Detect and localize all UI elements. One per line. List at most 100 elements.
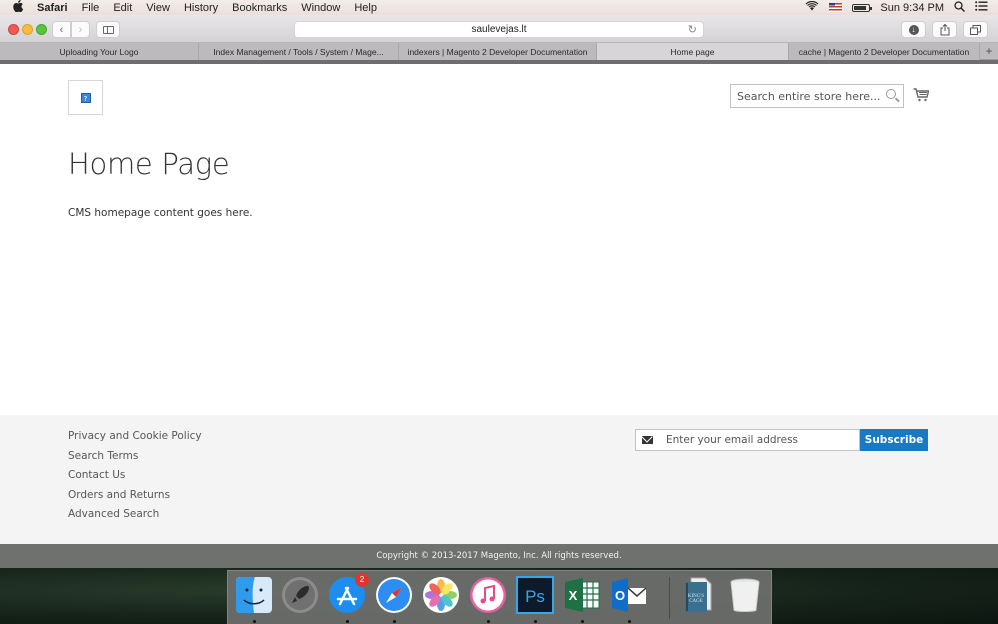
excel-icon: X <box>565 578 600 612</box>
forward-button[interactable]: › <box>71 21 90 38</box>
input-source-flag-icon[interactable] <box>829 3 843 12</box>
dock-photoshop[interactable]: Ps <box>516 576 554 614</box>
dock-document[interactable]: KING'S CAGE <box>679 576 717 614</box>
menu-edit[interactable]: Edit <box>113 2 132 14</box>
subscribe-button[interactable]: Subscribe <box>860 429 928 451</box>
search-input[interactable]: Search entire store here... <box>730 84 904 108</box>
tab-index-management[interactable]: Index Management / Tools / System / Mage… <box>199 43 399 60</box>
search-icon[interactable] <box>886 89 896 99</box>
dock-outlook[interactable]: O <box>610 576 648 614</box>
dock-app-store[interactable]: 2 <box>328 573 369 614</box>
tab-label: Index Management / Tools / System / Mage… <box>213 46 384 57</box>
downloads-button[interactable]: ↓ <box>901 21 926 38</box>
broken-image-icon: ? <box>80 92 91 103</box>
menu-file[interactable]: File <box>82 2 100 14</box>
menu-bar: Safari File Edit View History Bookmarks … <box>0 0 998 15</box>
tab-indexers[interactable]: indexers | Magento 2 Developer Documenta… <box>399 43 597 60</box>
dock-safari[interactable] <box>375 576 413 614</box>
footer: Privacy and Cookie Policy Search Terms C… <box>0 415 998 544</box>
plus-icon: + <box>985 44 993 58</box>
show-tabs-button[interactable] <box>963 21 988 38</box>
back-button[interactable]: ‹ <box>52 21 71 38</box>
running-indicator <box>628 620 631 623</box>
photoshop-icon: Ps <box>516 576 554 614</box>
spotlight-icon[interactable] <box>954 0 965 15</box>
newsletter-email-input[interactable]: Enter your email address <box>635 429 860 451</box>
tabs-overview-icon <box>970 24 981 35</box>
running-indicator <box>534 620 537 623</box>
cms-content: CMS homepage content goes here. <box>68 207 253 219</box>
dock-finder[interactable] <box>235 576 273 614</box>
wifi-icon[interactable] <box>805 0 819 14</box>
tab-label: Home page <box>670 46 715 57</box>
dock-launchpad[interactable] <box>281 576 319 614</box>
tab-label: cache | Magento 2 Developer Documentatio… <box>798 46 970 57</box>
page-title: Home Page <box>68 147 230 181</box>
search-placeholder: Search entire store here... <box>737 89 881 103</box>
download-icon: ↓ <box>908 24 919 35</box>
new-tab-button[interactable]: + <box>980 43 998 59</box>
newsletter-placeholder: Enter your email address <box>666 434 799 446</box>
reload-icon[interactable]: ↻ <box>688 23 697 36</box>
tab-home-page[interactable]: Home page <box>597 43 789 60</box>
cart-icon[interactable] <box>913 87 929 103</box>
running-indicator <box>253 620 256 623</box>
footer-link-advanced-search[interactable]: Advanced Search <box>68 507 202 527</box>
tab-uploading-your-logo[interactable]: Uploading Your Logo <box>0 43 199 60</box>
zoom-window-button[interactable] <box>36 24 47 35</box>
store-logo[interactable]: ? <box>68 80 103 115</box>
menu-view[interactable]: View <box>146 2 170 14</box>
sidebar-icon <box>102 25 114 34</box>
clock[interactable]: Sun 9:34 PM <box>880 2 944 14</box>
footer-link-privacy[interactable]: Privacy and Cookie Policy <box>68 429 202 449</box>
chevron-left-icon: ‹ <box>59 23 64 36</box>
notification-center-icon[interactable] <box>975 1 988 14</box>
svg-text:O: O <box>615 588 625 603</box>
dock: 2 Ps X O KING'S CAGE <box>227 570 772 624</box>
menu-bookmarks[interactable]: Bookmarks <box>232 2 287 14</box>
running-indicator <box>346 620 349 623</box>
outlook-icon: O <box>612 578 647 612</box>
chevron-right-icon: › <box>78 23 83 36</box>
web-page: ? Search entire store here... Home Page … <box>0 64 998 568</box>
running-indicator <box>393 620 396 623</box>
envelope-icon <box>642 436 653 444</box>
sidebar-toggle-button[interactable] <box>96 21 120 38</box>
url-text: saulevejas.lt <box>471 24 527 35</box>
running-indicator <box>487 620 490 623</box>
share-button[interactable] <box>932 21 957 38</box>
tab-label: indexers | Magento 2 Developer Documenta… <box>407 46 588 57</box>
running-indicator <box>581 620 584 623</box>
svg-text:Ps: Ps <box>525 587 545 606</box>
tab-cache[interactable]: cache | Magento 2 Developer Documentatio… <box>789 43 980 60</box>
battery-icon[interactable] <box>852 3 873 12</box>
menu-help[interactable]: Help <box>354 2 377 14</box>
dock-excel[interactable]: X <box>563 576 601 614</box>
address-bar[interactable]: saulevejas.lt ↻ <box>294 21 704 38</box>
minimize-window-button[interactable] <box>22 24 33 35</box>
notification-badge: 2 <box>355 573 369 587</box>
tab-bar: Uploading Your Logo Index Management / T… <box>0 43 998 60</box>
tab-label: Uploading Your Logo <box>59 46 139 57</box>
menu-safari[interactable]: Safari <box>37 2 68 14</box>
photos-flower-icon <box>423 577 459 613</box>
close-window-button[interactable] <box>8 24 19 35</box>
footer-link-search-terms[interactable]: Search Terms <box>68 449 202 469</box>
dock-separator <box>669 577 670 619</box>
footer-link-contact-us[interactable]: Contact Us <box>68 468 202 488</box>
finder-icon <box>236 577 272 613</box>
footer-links: Privacy and Cookie Policy Search Terms C… <box>68 429 202 527</box>
apple-menu-icon[interactable] <box>13 0 27 15</box>
document-icon: KING'SCAGE <box>685 577 712 612</box>
dock-trash[interactable] <box>726 576 764 614</box>
dock-photos[interactable] <box>422 576 460 614</box>
menu-history[interactable]: History <box>184 2 218 14</box>
launchpad-rocket-icon <box>282 577 318 613</box>
menu-window[interactable]: Window <box>301 2 340 14</box>
browser-toolbar: ‹ › saulevejas.lt ↻ ↓ <box>0 15 998 43</box>
safari-compass-icon <box>376 577 412 613</box>
trash-icon <box>730 578 760 612</box>
dock-itunes[interactable] <box>469 576 507 614</box>
copyright: Copyright © 2013-2017 Magento, Inc. All … <box>0 544 998 568</box>
footer-link-orders-returns[interactable]: Orders and Returns <box>68 488 202 508</box>
